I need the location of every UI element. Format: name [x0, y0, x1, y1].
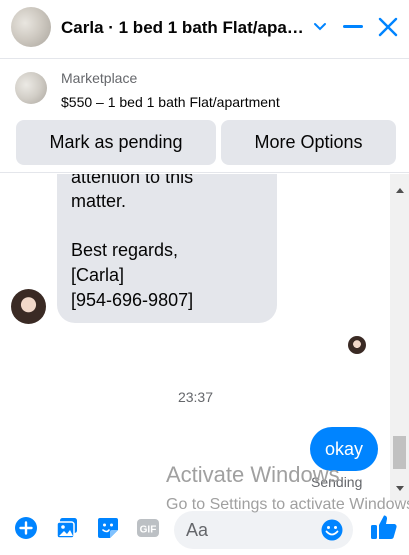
marketplace-label: Marketplace	[61, 70, 138, 86]
message-input-container[interactable]	[174, 511, 353, 549]
chat-scrollbar[interactable]	[390, 174, 409, 501]
message-line: [954-696-9807]	[71, 290, 194, 310]
message-line: matter.	[71, 191, 127, 211]
chat-title[interactable]: Carla · 1 bed 1 bath Flat/apartment	[61, 18, 306, 38]
activate-windows-hint: Go to Settings to activate Windows.	[166, 496, 409, 513]
emoji-icon[interactable]	[320, 518, 344, 542]
scroll-thumb[interactable]	[393, 436, 406, 469]
plus-icon[interactable]	[13, 515, 39, 541]
listing-avatar[interactable]	[11, 7, 51, 47]
chat-header: Carla · 1 bed 1 bath Flat/apartment	[0, 0, 409, 58]
gif-icon[interactable]: GIF	[135, 515, 161, 541]
more-options-button[interactable]: More Options	[221, 120, 396, 165]
scroll-down-arrow-icon[interactable]	[390, 480, 409, 496]
listing-thumbnail[interactable]	[15, 72, 47, 104]
message-line: Best regards,	[71, 240, 179, 260]
message-line: attention to this	[71, 174, 194, 187]
minimize-icon[interactable]	[339, 13, 367, 41]
mark-as-pending-button[interactable]: Mark as pending	[16, 120, 216, 165]
timestamp-separator: 23:37	[177, 389, 214, 405]
sticker-icon[interactable]	[95, 515, 121, 541]
activate-windows-watermark: Activate Windows	[166, 462, 340, 487]
listing-title[interactable]: $550 – 1 bed 1 bath Flat/apartment	[61, 94, 280, 110]
chevron-down-icon[interactable]	[306, 13, 334, 41]
read-receipt-avatar	[348, 336, 366, 354]
sender-avatar[interactable]	[11, 289, 46, 324]
photo-icon[interactable]	[54, 515, 80, 541]
message-input[interactable]	[186, 511, 316, 549]
like-icon[interactable]	[370, 513, 398, 541]
close-icon[interactable]	[374, 13, 402, 41]
scroll-up-arrow-icon[interactable]	[390, 182, 409, 198]
marketplace-panel: Marketplace $550 – 1 bed 1 bath Flat/apa…	[0, 58, 409, 173]
message-list[interactable]: attention to this matter. Best regards, …	[0, 174, 409, 501]
svg-text:GIF: GIF	[140, 525, 157, 536]
message-line: [Carla]	[71, 265, 125, 285]
